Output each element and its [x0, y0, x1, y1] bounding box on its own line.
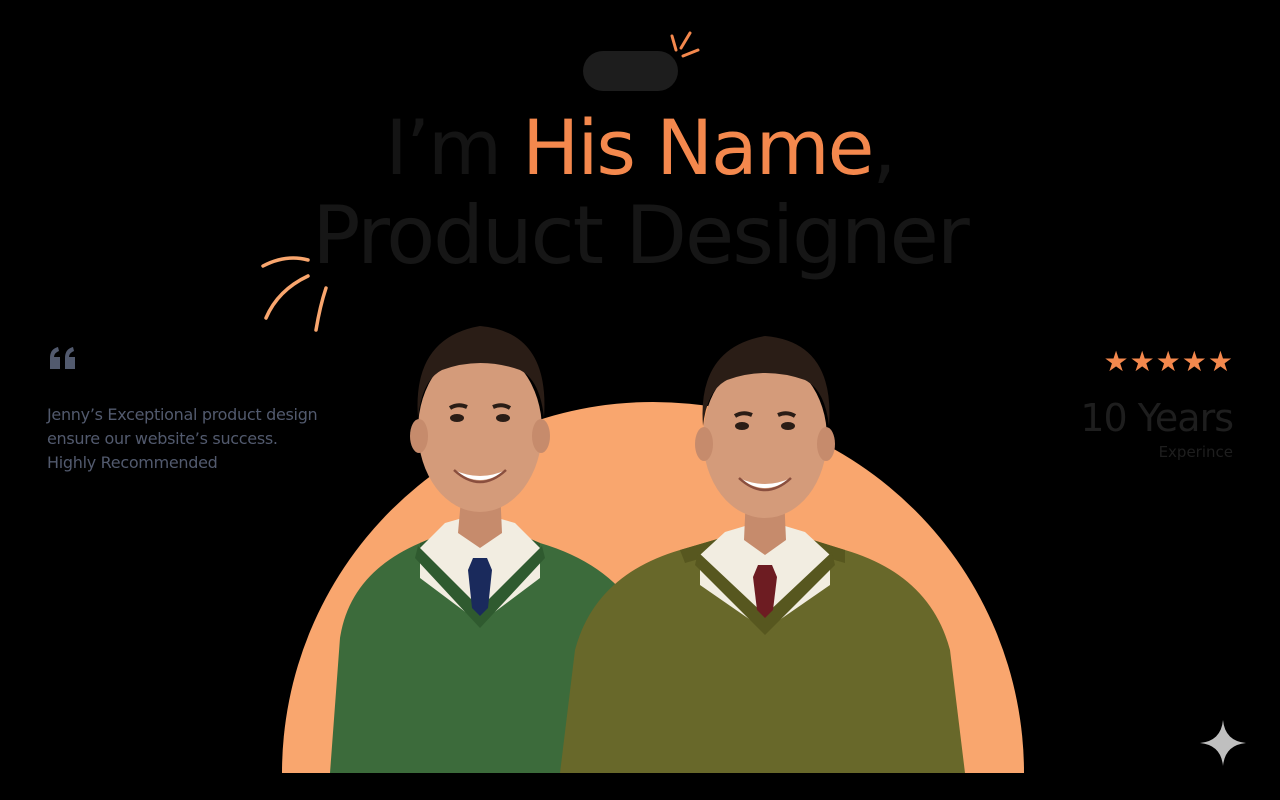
sparkle-star-icon	[1200, 720, 1246, 766]
quote-icon	[50, 347, 75, 369]
rating-stars: ★ ★ ★ ★ ★	[1103, 347, 1233, 377]
hero-headline: I’m His Name,	[0, 103, 1280, 193]
sparkle-lines-top	[670, 31, 700, 58]
hero-comma: ,	[872, 103, 896, 192]
star-icon: ★	[1129, 345, 1155, 378]
experience-years: 10 Years	[1080, 396, 1234, 440]
hero-greeting: I’m	[385, 103, 523, 192]
star-icon: ★	[1155, 345, 1181, 378]
testimonial-block: Jenny’s Exceptional product design ensur…	[47, 345, 377, 475]
sparkle-lines-left	[261, 256, 328, 332]
star-icon: ★	[1103, 345, 1129, 378]
top-pill-badge	[583, 51, 678, 91]
experience-label: Experince	[1158, 443, 1233, 461]
portrait-right	[560, 336, 965, 773]
star-icon: ★	[1207, 345, 1233, 378]
hero-role: Product Designer	[312, 189, 970, 282]
star-icon: ★	[1181, 345, 1207, 378]
hero-name: His Name	[522, 103, 874, 192]
testimonial-text: Jenny’s Exceptional product design ensur…	[47, 405, 318, 472]
